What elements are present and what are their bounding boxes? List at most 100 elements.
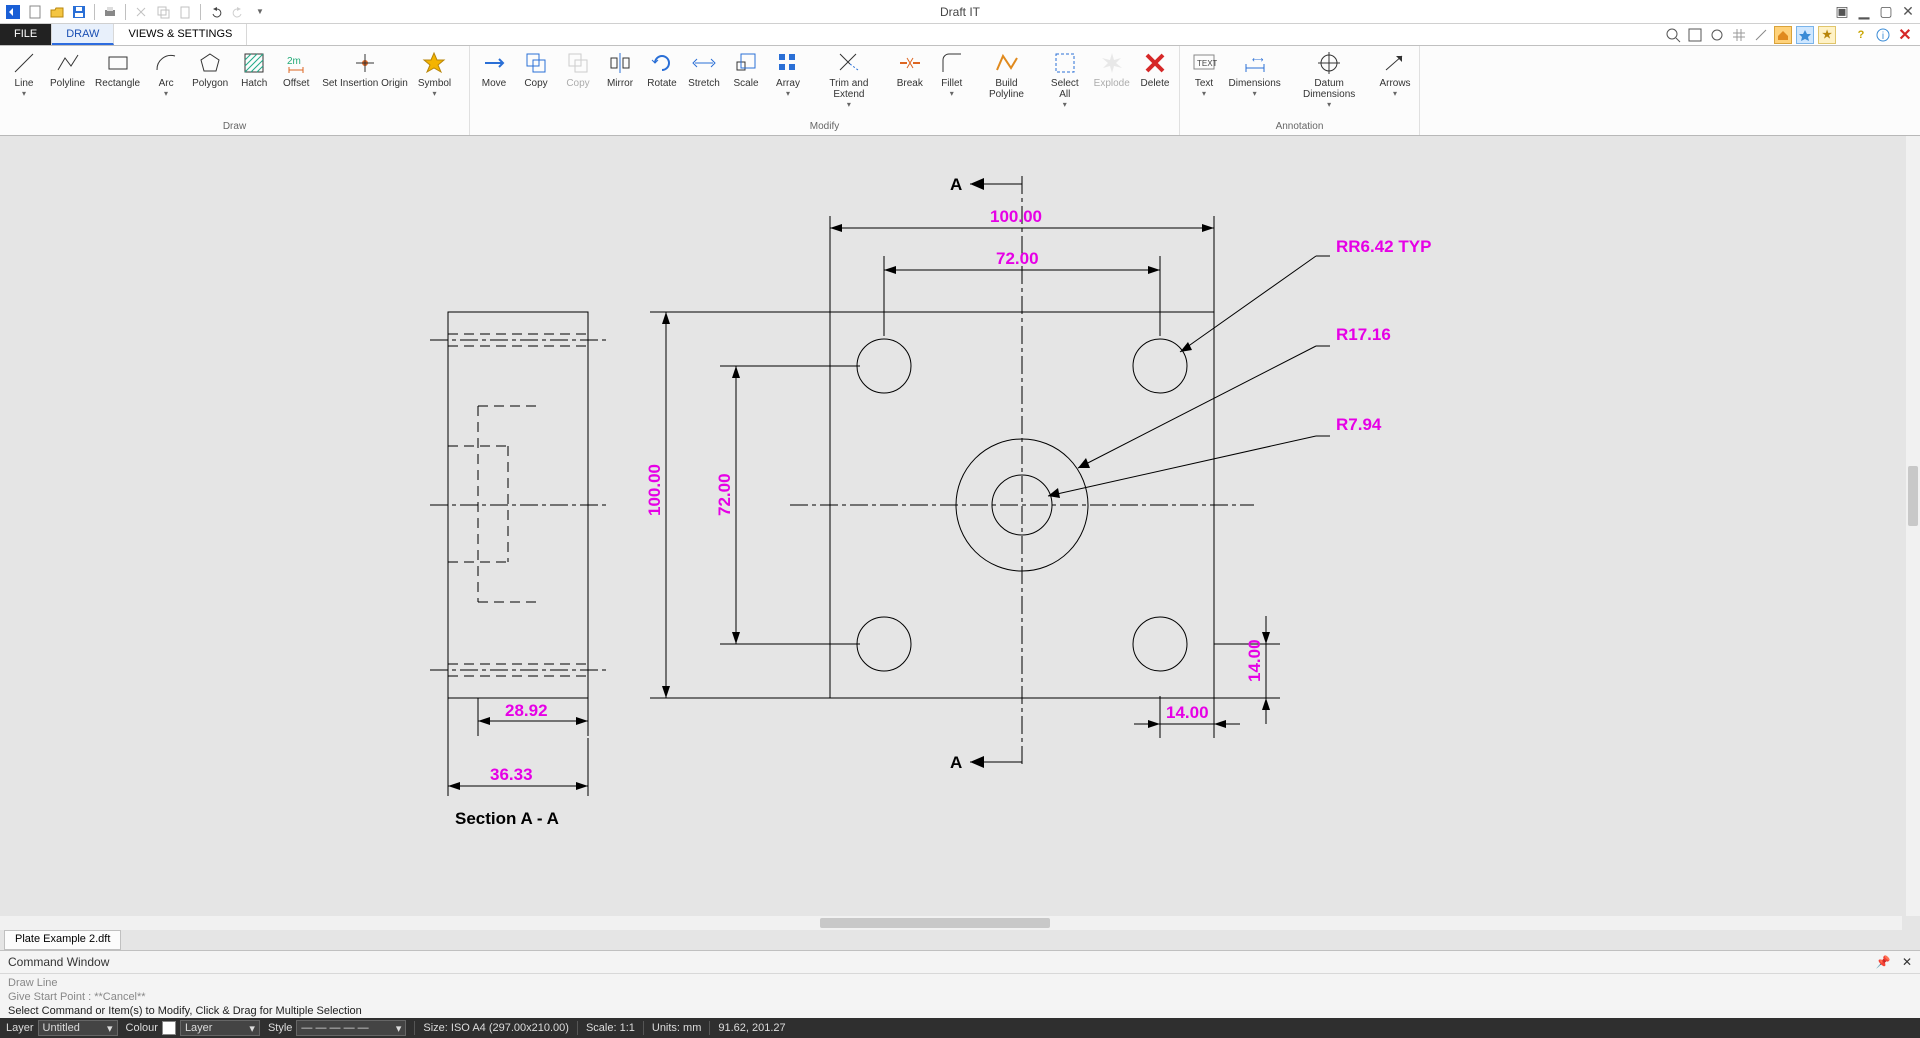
origin-icon — [352, 50, 378, 76]
info-icon[interactable]: i — [1874, 26, 1892, 44]
move-tool[interactable]: Move — [474, 48, 514, 121]
layer-label: Layer — [6, 1022, 34, 1034]
dim-100-left: 100.00 — [645, 464, 664, 516]
dimensions-tool[interactable]: ⟷Dimensions▾ — [1226, 48, 1283, 121]
grid-icon[interactable] — [1730, 26, 1748, 44]
status-scale: Scale: 1:1 — [586, 1022, 635, 1034]
star-icon[interactable] — [1796, 26, 1814, 44]
rectangle-tool[interactable]: Rectangle — [91, 48, 144, 121]
zoom-window-icon[interactable] — [1664, 26, 1682, 44]
arrows-icon — [1382, 50, 1408, 76]
delete-tool[interactable]: Delete — [1135, 48, 1175, 121]
status-units: Units: mm — [652, 1022, 702, 1034]
close-window-icon[interactable]: ✕ — [1900, 4, 1916, 20]
text-tool[interactable]: TEXTText▾ — [1184, 48, 1224, 121]
dim-72-left: 72.00 — [715, 473, 734, 516]
mirror-icon — [607, 50, 633, 76]
dim-100-top: 100.00 — [990, 207, 1042, 226]
hatch-icon — [241, 50, 267, 76]
select-all-icon — [1052, 50, 1078, 76]
copy2-tool[interactable]: Copy — [558, 48, 598, 121]
tab-views[interactable]: VIEWS & SETTINGS — [114, 24, 247, 45]
paste-icon[interactable] — [176, 3, 194, 21]
arc-tool[interactable]: Arc▾ — [146, 48, 186, 121]
drawing-svg: 28.92 36.33 Section A - A 100.00 — [0, 136, 1900, 916]
arrows-tool[interactable]: Arrows▾ — [1375, 48, 1415, 121]
tab-draw[interactable]: DRAW — [52, 24, 114, 45]
dim-72-top: 72.00 — [996, 249, 1039, 268]
hatch-tool[interactable]: Hatch — [234, 48, 274, 121]
mirror-tool[interactable]: Mirror — [600, 48, 640, 121]
note-r1716: R17.16 — [1336, 325, 1391, 344]
tab-file[interactable]: FILE — [0, 24, 52, 45]
copy-tool[interactable]: Copy — [516, 48, 556, 121]
line-tool[interactable]: Line▾ — [4, 48, 44, 121]
symbol-tool[interactable]: Symbol▾ — [414, 48, 455, 121]
status-coords: 91.62, 201.27 — [718, 1022, 785, 1034]
stretch-tool[interactable]: Stretch — [684, 48, 724, 121]
status-bar: Layer Untitled▾ Colour Layer▾ Style — — … — [0, 1018, 1920, 1038]
maximize-icon[interactable]: ▢ — [1878, 4, 1894, 20]
build-polyline-tool[interactable]: Build Polyline — [974, 48, 1039, 121]
cut-icon[interactable] — [132, 3, 150, 21]
array-icon — [775, 50, 801, 76]
anno-group-label: Annotation — [1184, 121, 1415, 135]
scale-icon — [733, 50, 759, 76]
explode-tool[interactable]: Explode — [1090, 48, 1133, 121]
style-combo[interactable]: — — — — —▾ — [296, 1020, 406, 1036]
zoom-extents-icon[interactable] — [1686, 26, 1704, 44]
scale-tool[interactable]: Scale — [726, 48, 766, 121]
snap-icon[interactable] — [1752, 26, 1770, 44]
offset-icon: 2m — [283, 50, 309, 76]
document-tab[interactable]: Plate Example 2.dft — [4, 930, 121, 950]
offset-tool[interactable]: 2mOffset — [276, 48, 316, 121]
break-tool[interactable]: Break — [890, 48, 930, 121]
section-A-bottom: A — [950, 753, 962, 772]
polyline-tool[interactable]: Polyline — [46, 48, 89, 121]
colour-swatch[interactable] — [162, 1021, 176, 1035]
polygon-tool[interactable]: Polygon — [188, 48, 232, 121]
minimize-icon[interactable]: ▁ — [1856, 4, 1872, 20]
app-menu-icon[interactable] — [4, 3, 22, 21]
open-icon[interactable] — [48, 3, 66, 21]
horizontal-scrollbar[interactable] — [0, 916, 1902, 930]
style-label: Style — [268, 1022, 292, 1034]
trim-tool[interactable]: Trim and Extend▾ — [810, 48, 888, 121]
set-origin-tool[interactable]: Set Insertion Origin — [318, 48, 412, 121]
array-tool[interactable]: Array▾ — [768, 48, 808, 121]
qat-dropdown-icon[interactable]: ▼ — [251, 3, 269, 21]
undo-icon[interactable] — [207, 3, 225, 21]
help-icon[interactable]: ? — [1852, 26, 1870, 44]
save-icon[interactable] — [70, 3, 88, 21]
svg-text:TEXT: TEXT — [1197, 59, 1217, 68]
colour-combo[interactable]: Layer▾ — [180, 1020, 260, 1036]
pin-icon[interactable]: 📌 — [1876, 955, 1891, 969]
layer-combo[interactable]: Untitled▾ — [38, 1020, 118, 1036]
svg-text:⟷: ⟷ — [1252, 55, 1264, 64]
copy-qat-icon[interactable] — [154, 3, 172, 21]
datum-tool[interactable]: Datum Dimensions▾ — [1285, 48, 1373, 121]
modify-group-label: Modify — [474, 121, 1175, 135]
fillet-tool[interactable]: Fillet▾ — [932, 48, 972, 121]
polygon-icon — [197, 50, 223, 76]
rotate-tool[interactable]: Rotate — [642, 48, 682, 121]
close-cmd-icon[interactable]: ✕ — [1902, 955, 1912, 969]
command-window-title: Command Window — [8, 955, 109, 969]
redo-icon[interactable] — [229, 3, 247, 21]
quick-access-toolbar: ▼ — [0, 3, 269, 21]
new-icon[interactable] — [26, 3, 44, 21]
copy2-icon — [565, 50, 591, 76]
app-title: Draft IT — [940, 5, 980, 19]
select-all-tool[interactable]: Select All▾ — [1041, 48, 1088, 121]
stretch-icon — [691, 50, 717, 76]
print-icon[interactable] — [101, 3, 119, 21]
note-rr642: RR6.42 TYP — [1336, 237, 1431, 256]
zoom-icon[interactable] — [1708, 26, 1726, 44]
ribbon-toggle-icon[interactable]: ▣ — [1834, 4, 1850, 20]
drawing-canvas[interactable]: 28.92 36.33 Section A - A 100.00 — [0, 136, 1920, 930]
home-icon[interactable] — [1774, 26, 1792, 44]
close-doc-icon[interactable]: ✕ — [1896, 26, 1914, 44]
note-r794: R7.94 — [1336, 415, 1382, 434]
help2-icon[interactable]: ★ — [1818, 26, 1836, 44]
vertical-scrollbar[interactable] — [1906, 136, 1920, 916]
